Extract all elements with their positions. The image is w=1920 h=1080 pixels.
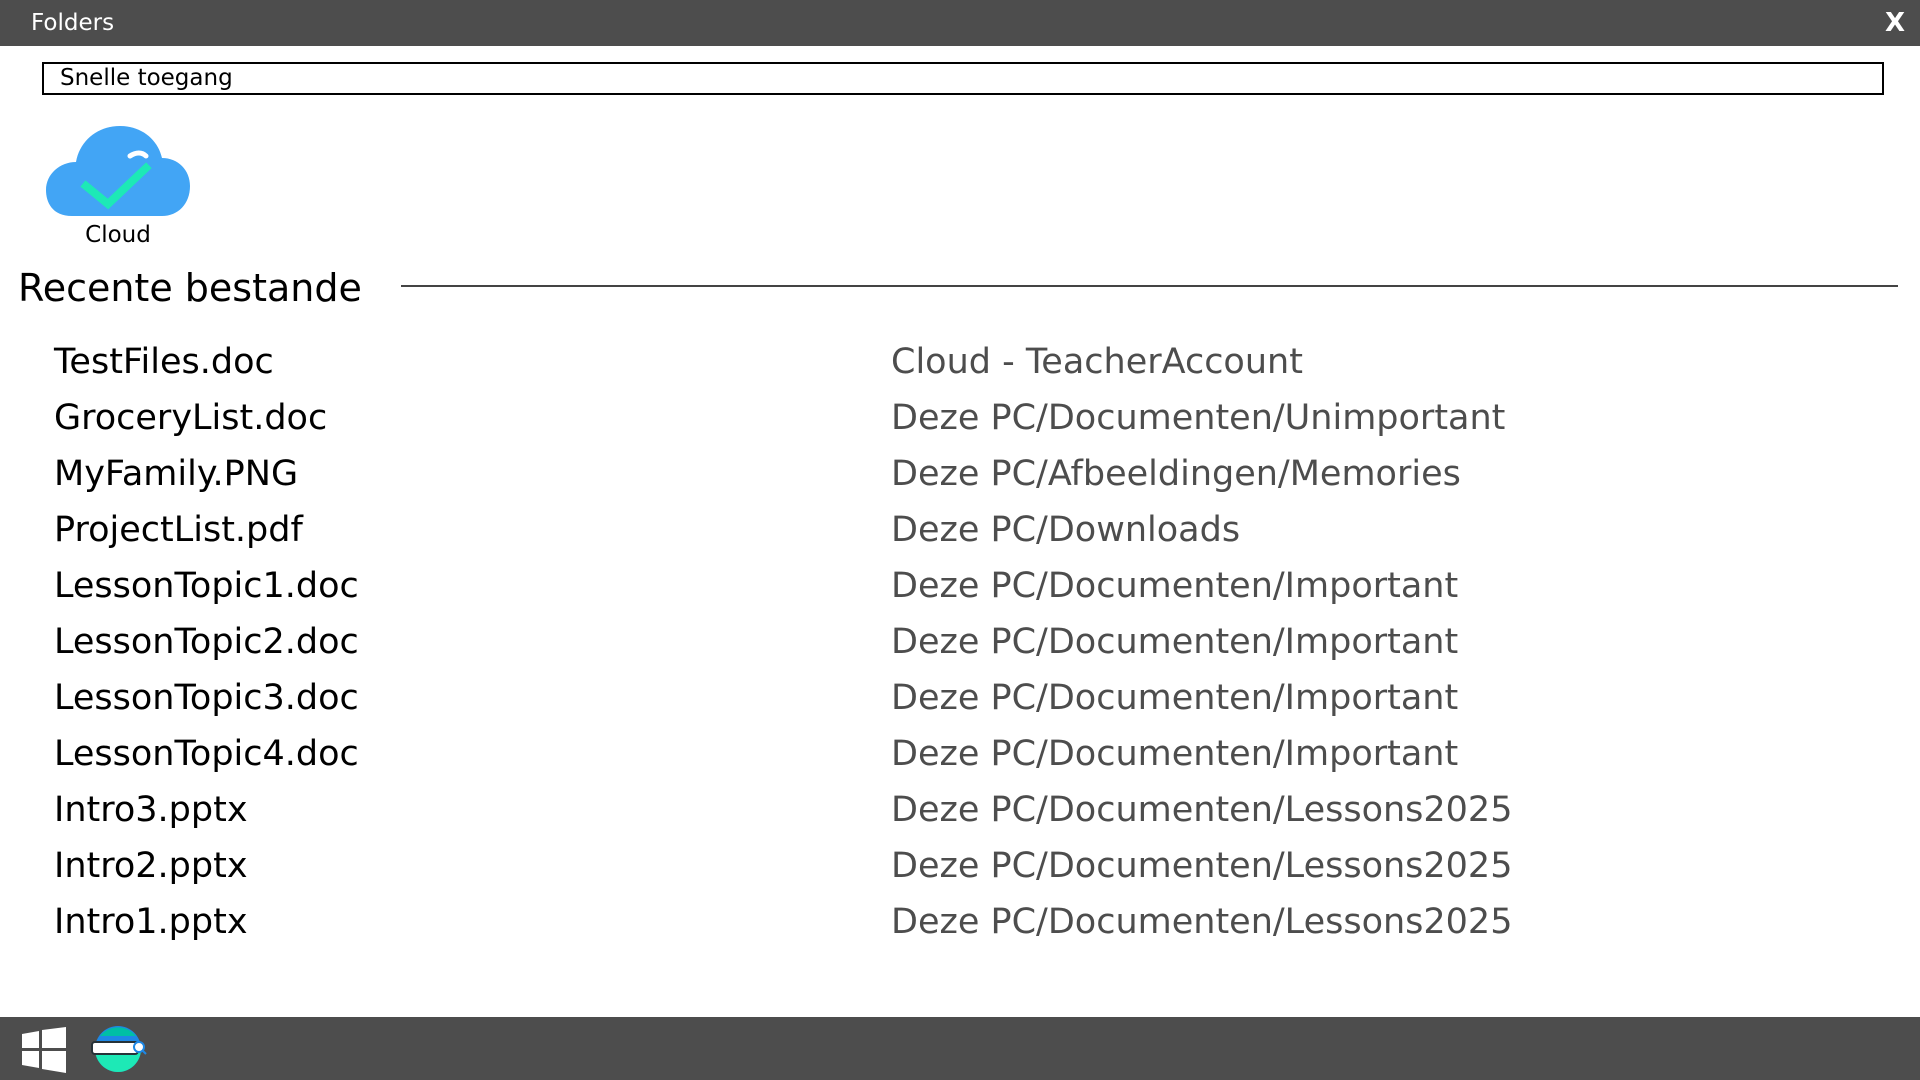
file-row[interactable]: LessonTopic2.doc Deze PC/Documenten/Impo… xyxy=(0,614,1920,670)
quick-access-label: Snelle toegang xyxy=(60,65,233,91)
file-row[interactable]: Intro3.pptx Deze PC/Documenten/Lessons20… xyxy=(0,782,1920,838)
file-name: LessonTopic4.doc xyxy=(54,734,359,774)
cloud-folder-label: Cloud xyxy=(85,222,151,248)
file-row[interactable]: LessonTopic1.doc Deze PC/Documenten/Impo… xyxy=(0,558,1920,614)
windows-logo-icon xyxy=(22,1027,66,1073)
recent-files-heading: Recente bestande xyxy=(18,266,362,310)
search-app-icon xyxy=(91,1026,147,1072)
file-path: Deze PC/Documenten/Important xyxy=(891,566,1459,606)
divider xyxy=(401,285,1898,287)
cloud-check-icon xyxy=(46,126,190,216)
search-app-button[interactable] xyxy=(90,1024,148,1074)
file-name: LessonTopic1.doc xyxy=(54,566,359,606)
file-row[interactable]: ProjectList.pdf Deze PC/Downloads xyxy=(0,502,1920,558)
file-path: Deze PC/Documenten/Unimportant xyxy=(891,398,1506,438)
file-path: Deze PC/Documenten/Lessons2025 xyxy=(891,902,1513,942)
close-button[interactable]: X xyxy=(1880,0,1910,46)
start-button[interactable] xyxy=(20,1027,68,1073)
file-row[interactable]: Intro1.pptx Deze PC/Documenten/Lessons20… xyxy=(0,894,1920,950)
file-row[interactable]: MyFamily.PNG Deze PC/Afbeeldingen/Memori… xyxy=(0,446,1920,502)
quick-access-bar[interactable]: Snelle toegang xyxy=(42,62,1884,95)
file-path: Deze PC/Downloads xyxy=(891,510,1241,550)
file-name: Intro3.pptx xyxy=(54,790,248,830)
file-path: Deze PC/Documenten/Important xyxy=(891,622,1459,662)
file-row[interactable]: GroceryList.doc Deze PC/Documenten/Unimp… xyxy=(0,390,1920,446)
file-name: TestFiles.doc xyxy=(54,342,274,382)
file-name: MyFamily.PNG xyxy=(54,454,299,494)
file-row[interactable]: Intro2.pptx Deze PC/Documenten/Lessons20… xyxy=(0,838,1920,894)
taskbar xyxy=(0,1017,1920,1080)
file-path: Cloud - TeacherAccount xyxy=(891,342,1303,382)
file-name: Intro1.pptx xyxy=(54,902,248,942)
file-row[interactable]: TestFiles.doc Cloud - TeacherAccount xyxy=(0,334,1920,390)
file-name: GroceryList.doc xyxy=(54,398,328,438)
title-bar: Folders X xyxy=(0,0,1920,46)
file-row[interactable]: LessonTopic3.doc Deze PC/Documenten/Impo… xyxy=(0,670,1920,726)
file-path: Deze PC/Documenten/Important xyxy=(891,678,1459,718)
file-path: Deze PC/Documenten/Lessons2025 xyxy=(891,846,1513,886)
file-path: Deze PC/Documenten/Important xyxy=(891,734,1459,774)
window-title: Folders xyxy=(31,10,115,36)
file-name: LessonTopic2.doc xyxy=(54,622,359,662)
file-path: Deze PC/Documenten/Lessons2025 xyxy=(891,790,1513,830)
file-name: Intro2.pptx xyxy=(54,846,248,886)
file-name: LessonTopic3.doc xyxy=(54,678,359,718)
file-path: Deze PC/Afbeeldingen/Memories xyxy=(891,454,1461,494)
file-row[interactable]: LessonTopic4.doc Deze PC/Documenten/Impo… xyxy=(0,726,1920,782)
file-name: ProjectList.pdf xyxy=(54,510,303,550)
